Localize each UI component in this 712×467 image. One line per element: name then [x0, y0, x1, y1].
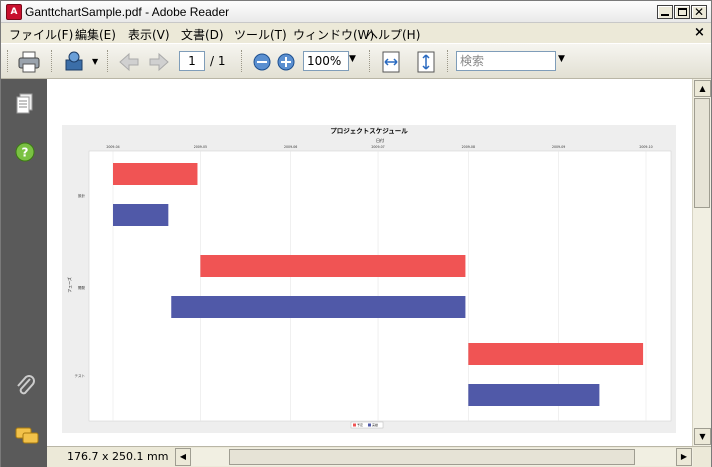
page-number-input[interactable]: 1	[179, 51, 205, 71]
zoom-dropdown-arrow[interactable]: ▼	[349, 54, 356, 64]
search-dropdown-arrow[interactable]: ▼	[558, 54, 565, 64]
maximize-icon	[678, 8, 687, 16]
toolbar: ▼ 1 / 1 100% ▼ 検索 ▼	[1, 43, 711, 79]
gantt-bar-0	[200, 255, 466, 277]
menu-file[interactable]: ファイル(F)	[9, 26, 73, 43]
page-size-label: 176.7 x 250.1 mm	[67, 450, 169, 463]
x-tick-label: 2009-07	[371, 145, 384, 149]
x-tick-label: 2009-08	[462, 145, 475, 149]
y-category-label: 開発	[78, 285, 85, 290]
toolbar-grip[interactable]	[447, 50, 450, 72]
toolbar-grip[interactable]	[369, 50, 372, 72]
horizontal-scroll-thumb[interactable]	[229, 449, 635, 465]
close-button[interactable]: ✕	[691, 5, 707, 19]
y-axis-categories: 設計開発テスト	[75, 193, 86, 378]
printer-icon[interactable]	[17, 50, 41, 74]
toolbar-grip[interactable]	[241, 50, 244, 72]
menu-tools[interactable]: ツール(T)	[234, 26, 287, 43]
search-input[interactable]: 検索	[456, 51, 556, 71]
title-bar[interactable]: A GanttchartSample.pdf - Adobe Reader ✕	[1, 1, 711, 23]
document-close-icon[interactable]: ×	[694, 25, 705, 40]
vertical-scroll-thumb[interactable]	[694, 98, 710, 208]
zoom-input[interactable]: 100%	[303, 51, 349, 71]
fit-page-icon[interactable]	[414, 50, 438, 74]
x-tick-label: 2009-10	[639, 145, 652, 149]
fit-width-icon[interactable]	[379, 50, 403, 74]
legend-label: 実績	[372, 422, 378, 427]
pages-icon[interactable]	[16, 93, 34, 115]
gantt-bar-0	[468, 343, 644, 365]
stamp-dropdown-arrow[interactable]: ▼	[92, 57, 98, 66]
adobe-reader-window: A GanttchartSample.pdf - Adobe Reader ✕ …	[0, 0, 712, 467]
chart-legend: 予定 実績	[350, 421, 384, 429]
scroll-down-button[interactable]: ▼	[694, 428, 711, 445]
attachment-icon[interactable]	[15, 375, 37, 399]
y-category-label: 設計	[78, 193, 85, 198]
adobe-reader-icon: A	[6, 4, 22, 20]
svg-text:?: ?	[22, 146, 29, 160]
back-arrow-icon[interactable]	[117, 50, 141, 74]
menu-help[interactable]: ヘルプ(H)	[366, 26, 420, 43]
vertical-scrollbar[interactable]: ▲ ▼	[692, 79, 711, 446]
menu-document[interactable]: 文書(D)	[181, 26, 224, 43]
menu-window[interactable]: ウィンドウ(W)	[293, 26, 374, 43]
gantt-bar-1	[113, 204, 169, 226]
close-icon: ✕	[694, 5, 705, 19]
stamp-icon[interactable]	[63, 50, 87, 74]
toolbar-grip[interactable]	[51, 50, 54, 72]
zoom-in-icon[interactable]	[274, 50, 298, 74]
x-tick-label: 2009-05	[194, 145, 207, 149]
comments-icon[interactable]	[15, 427, 39, 447]
plot-area	[88, 150, 672, 422]
menu-view[interactable]: 表示(V)	[128, 26, 170, 43]
x-axis-label: 日付	[376, 137, 384, 143]
minimize-button[interactable]	[657, 5, 673, 19]
legend-label: 予定	[357, 422, 363, 427]
gantt-chart: プロジェクトスケジュール 日付 2009-04 2009-05 2009-06 200…	[66, 126, 672, 429]
menu-bar: ファイル(F) 編集(E) 表示(V) 文書(D) ツール(T) ウィンドウ(W…	[1, 23, 711, 43]
x-axis-ticks: 2009-04 2009-05 2009-06 2009-07 2009-08 2009-…	[106, 145, 652, 149]
y-axis-label: フェーズ	[66, 277, 72, 293]
scroll-up-button[interactable]: ▲	[694, 80, 711, 97]
chart-title: プロジェクトスケジュール	[330, 126, 408, 135]
y-category-label: テスト	[75, 373, 86, 378]
toolbar-grip[interactable]	[107, 50, 110, 72]
horizontal-scrollbar[interactable]: ◀ ▶	[175, 448, 693, 466]
scroll-right-button[interactable]: ▶	[676, 448, 692, 466]
legend-swatch	[368, 423, 371, 427]
navigation-pane: ?	[1, 79, 47, 467]
legend-swatch	[353, 423, 356, 427]
x-tick-label: 2009-06	[284, 145, 297, 149]
document-view[interactable]: プロジェクトスケジュール 日付 2009-04 2009-05 2009-06 200…	[47, 79, 692, 446]
gantt-bar-0	[113, 163, 198, 185]
x-tick-label: 2009-09	[552, 145, 565, 149]
help-icon[interactable]: ?	[15, 142, 35, 162]
toolbar-grip[interactable]	[7, 50, 10, 72]
gantt-bar-1	[171, 296, 466, 318]
gantt-bar-1	[468, 384, 600, 406]
page-total-label: / 1	[210, 54, 226, 68]
window-title: GanttchartSample.pdf - Adobe Reader	[25, 5, 230, 19]
x-tick-label: 2009-04	[106, 145, 119, 149]
zoom-out-icon[interactable]	[250, 50, 274, 74]
pdf-page: プロジェクトスケジュール 日付 2009-04 2009-05 2009-06 200…	[62, 125, 676, 433]
maximize-button[interactable]	[674, 5, 690, 19]
minimize-icon	[661, 14, 669, 16]
scroll-left-button[interactable]: ◀	[175, 448, 191, 466]
forward-arrow-icon[interactable]	[147, 50, 171, 74]
status-bar: 176.7 x 250.1 mm ◀ ▶	[47, 446, 711, 467]
menu-edit[interactable]: 編集(E)	[75, 26, 116, 43]
